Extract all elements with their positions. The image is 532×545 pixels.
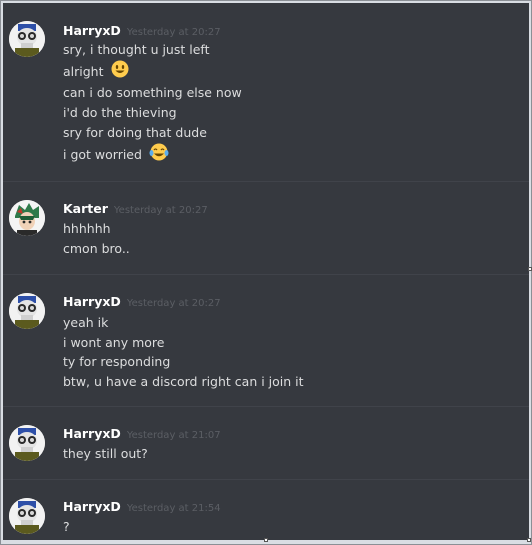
author-row: HarryxD Yesterday at 20:27 xyxy=(63,294,221,312)
message-text: yeah ik xyxy=(63,315,109,330)
author-name[interactable]: HarryxD xyxy=(63,294,121,309)
message-text: i got worried xyxy=(63,147,142,162)
message-group: HarryxD Yesterday at 21:07 they still out… xyxy=(3,407,529,479)
resize-handle[interactable] xyxy=(264,538,268,542)
avatar-harryxd[interactable] xyxy=(9,425,45,461)
message-group: HarryxD Yesterday at 20:27 sry, i thought… xyxy=(3,3,529,181)
message-timestamp: Yesterday at 20:27 xyxy=(126,27,221,38)
author-name[interactable]: HarryxD xyxy=(63,426,121,441)
skull-goggles-avatar-icon xyxy=(9,425,45,461)
message-line: i got worried xyxy=(63,143,169,165)
message-text: ? xyxy=(63,519,70,534)
avatar-harryxd[interactable] xyxy=(9,498,45,534)
message-line: alright xyxy=(63,60,129,82)
chat-message-list[interactable]: HarryxD Yesterday at 20:27 sry, i thought… xyxy=(3,3,529,540)
message-timestamp: Yesterday at 21:54 xyxy=(126,503,221,514)
message-text: they still out? xyxy=(63,446,148,461)
screenshot-frame: HarryxD Yesterday at 20:27 sry, i thought… xyxy=(0,0,532,545)
message-text: hhhhhh xyxy=(63,221,111,236)
author-name[interactable]: HarryxD xyxy=(63,499,121,514)
joy-emoji-icon xyxy=(149,143,169,165)
message-text: sry for doing that dude xyxy=(63,125,207,140)
skull-goggles-avatar-icon xyxy=(9,21,45,57)
skull-goggles-avatar-icon xyxy=(9,498,45,534)
author-row: HarryxD Yesterday at 20:27 xyxy=(63,23,221,41)
message-text: can i do something else now xyxy=(63,85,242,100)
message-text: btw, u have a discord right can i join i… xyxy=(63,374,304,389)
message-text: ty for responding xyxy=(63,354,171,369)
author-row: Karter Yesterday at 20:27 xyxy=(63,201,208,219)
message-text: sry, i thought u just left xyxy=(63,42,210,57)
author-row: HarryxD Yesterday at 21:54 xyxy=(63,499,221,517)
message-group: Karter Yesterday at 20:27 hhhhhh cmon bro… xyxy=(3,182,529,274)
resize-handle[interactable] xyxy=(527,538,531,542)
author-name[interactable]: Karter xyxy=(63,201,108,216)
message-group: HarryxD Yesterday at 20:27 yeah ik i wont… xyxy=(3,275,529,406)
smiley-emoji-icon xyxy=(111,60,129,82)
author-name[interactable]: HarryxD xyxy=(63,23,121,38)
avatar-karter[interactable] xyxy=(9,200,45,236)
message-timestamp: Yesterday at 21:07 xyxy=(126,430,221,441)
resize-handle[interactable] xyxy=(528,267,532,271)
message-text: i'd do the thieving xyxy=(63,105,177,120)
avatar-harryxd[interactable] xyxy=(9,293,45,329)
message-timestamp: Yesterday at 20:27 xyxy=(113,205,208,216)
message-text: alright xyxy=(63,64,104,79)
message-text: cmon bro.. xyxy=(63,241,130,256)
skull-goggles-avatar-icon xyxy=(9,293,45,329)
message-group: HarryxD Yesterday at 21:54 ? xyxy=(3,480,529,540)
message-text: i wont any more xyxy=(63,335,165,350)
author-row: HarryxD Yesterday at 21:07 xyxy=(63,426,221,444)
avatar-harryxd[interactable] xyxy=(9,21,45,57)
anime-character-avatar-icon xyxy=(9,200,45,236)
message-timestamp: Yesterday at 20:27 xyxy=(126,298,221,309)
